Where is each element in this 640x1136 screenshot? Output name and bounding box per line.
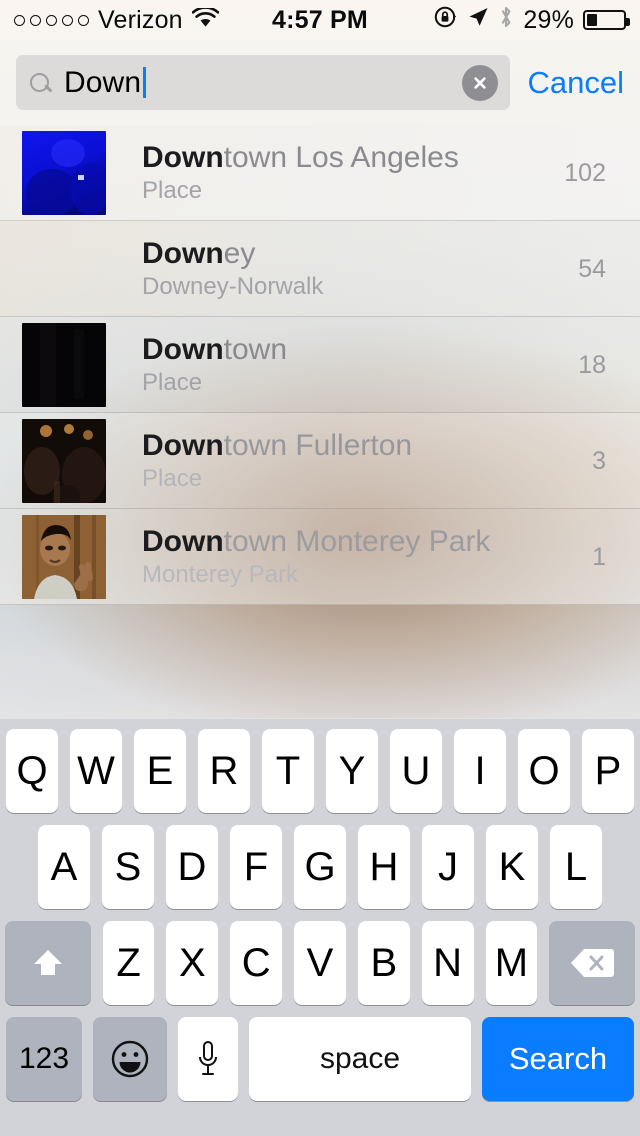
key-x[interactable]: X	[166, 921, 219, 1005]
result-title: Downtown	[142, 333, 288, 367]
cancel-button[interactable]: Cancel	[528, 65, 625, 101]
status-bar: Verizon 4:57 PM 29%	[0, 0, 640, 40]
keyboard-row-3: Z X C V B N M	[0, 921, 640, 1005]
search-icon	[28, 71, 52, 95]
key-g[interactable]: G	[294, 825, 346, 909]
search-results-list[interactable]: Downtown Los Angeles Place 102 Downey Do…	[0, 125, 640, 610]
key-w[interactable]: W	[70, 729, 122, 813]
carrier-label: Verizon	[98, 5, 183, 34]
battery-percent-label: 29%	[523, 5, 574, 34]
result-text: Downtown Fullerton Place	[142, 429, 546, 492]
key-u[interactable]: U	[390, 729, 442, 813]
result-text: Downtown Monterey Park Monterey Park	[142, 525, 546, 588]
key-r[interactable]: R	[198, 729, 250, 813]
result-count: 3	[592, 446, 606, 475]
key-s[interactable]: S	[102, 825, 154, 909]
key-l[interactable]: L	[550, 825, 602, 909]
key-f[interactable]: F	[230, 825, 282, 909]
search-key[interactable]: Search	[482, 1017, 634, 1101]
numbers-key[interactable]: 123	[6, 1017, 82, 1101]
result-subtitle: Monterey Park	[142, 560, 299, 588]
backspace-icon[interactable]	[549, 921, 636, 1005]
key-d[interactable]: D	[166, 825, 218, 909]
result-subtitle: Place	[142, 464, 203, 492]
key-p[interactable]: P	[582, 729, 634, 813]
bluetooth-icon	[498, 5, 514, 36]
table-row[interactable]: Downtown Place 18	[0, 317, 640, 413]
rotation-lock-icon	[434, 5, 458, 36]
key-i[interactable]: I	[454, 729, 506, 813]
keyboard-row-2: A S D F G H J K L	[0, 825, 640, 909]
key-e[interactable]: E	[134, 729, 186, 813]
key-k[interactable]: K	[486, 825, 538, 909]
table-row[interactable]: Downey Downey-Norwalk 54	[0, 221, 640, 317]
location-arrow-icon	[467, 6, 489, 35]
search-bar: Down Cancel	[0, 40, 640, 125]
search-input[interactable]: Down	[16, 55, 510, 110]
result-thumbnail	[22, 323, 106, 407]
table-row[interactable]: Downtown Los Angeles Place 102	[0, 125, 640, 221]
keyboard-row-1: Q W E R T Y U I O P	[0, 729, 640, 813]
result-text: Downtown Place	[142, 333, 546, 396]
table-row[interactable]: Downtown Monterey Park Monterey Park 1	[0, 509, 640, 605]
result-text: Downtown Los Angeles Place	[142, 141, 546, 204]
keyboard-row-4: 123 space Search	[0, 1017, 640, 1101]
signal-strength-dots	[14, 14, 89, 26]
wifi-icon	[191, 5, 220, 35]
key-v[interactable]: V	[294, 921, 346, 1005]
status-bar-left: Verizon	[14, 5, 220, 35]
microphone-icon[interactable]	[178, 1017, 238, 1101]
key-t[interactable]: T	[262, 729, 314, 813]
result-thumbnail	[22, 515, 106, 599]
key-n[interactable]: N	[421, 921, 474, 1005]
battery-icon	[583, 10, 630, 30]
result-text: Downey Downey-Norwalk	[142, 237, 546, 300]
key-m[interactable]: M	[485, 921, 538, 1005]
space-key[interactable]: space	[249, 1017, 471, 1101]
table-row[interactable]: Downtown Fullerton Place 3	[0, 413, 640, 509]
result-count: 54	[578, 254, 606, 283]
on-screen-keyboard[interactable]: Q W E R T Y U I O P A S D F G H J K L Z …	[0, 718, 640, 1136]
key-z[interactable]: Z	[102, 921, 155, 1005]
result-subtitle: Downey-Norwalk	[142, 272, 324, 300]
shift-arrow-icon[interactable]	[4, 921, 91, 1005]
result-subtitle: Place	[142, 368, 203, 396]
key-b[interactable]: B	[357, 921, 410, 1005]
clear-search-button[interactable]	[461, 64, 498, 101]
key-q[interactable]: Q	[6, 729, 58, 813]
result-thumbnail	[22, 131, 106, 215]
key-h[interactable]: H	[358, 825, 410, 909]
key-o[interactable]: O	[518, 729, 570, 813]
result-title: Downtown Los Angeles	[142, 141, 459, 175]
result-title: Downtown Fullerton	[142, 429, 413, 463]
key-c[interactable]: C	[230, 921, 283, 1005]
result-thumbnail	[22, 227, 106, 311]
result-title: Downey	[142, 237, 256, 271]
result-count: 102	[564, 158, 606, 187]
result-subtitle: Place	[142, 176, 203, 204]
app-screen: Verizon 4:57 PM 29% Down Cancel Downtown…	[0, 0, 640, 1136]
result-title: Downtown Monterey Park	[142, 525, 491, 559]
status-bar-right: 29%	[434, 5, 630, 36]
text-cursor	[143, 67, 146, 98]
key-y[interactable]: Y	[326, 729, 378, 813]
result-count: 18	[578, 350, 606, 379]
result-thumbnail	[22, 419, 106, 503]
result-count: 1	[592, 542, 606, 571]
search-input-value: Down	[64, 65, 142, 99]
emoji-smiley-icon[interactable]	[93, 1017, 167, 1101]
key-a[interactable]: A	[38, 825, 90, 909]
key-j[interactable]: J	[422, 825, 474, 909]
